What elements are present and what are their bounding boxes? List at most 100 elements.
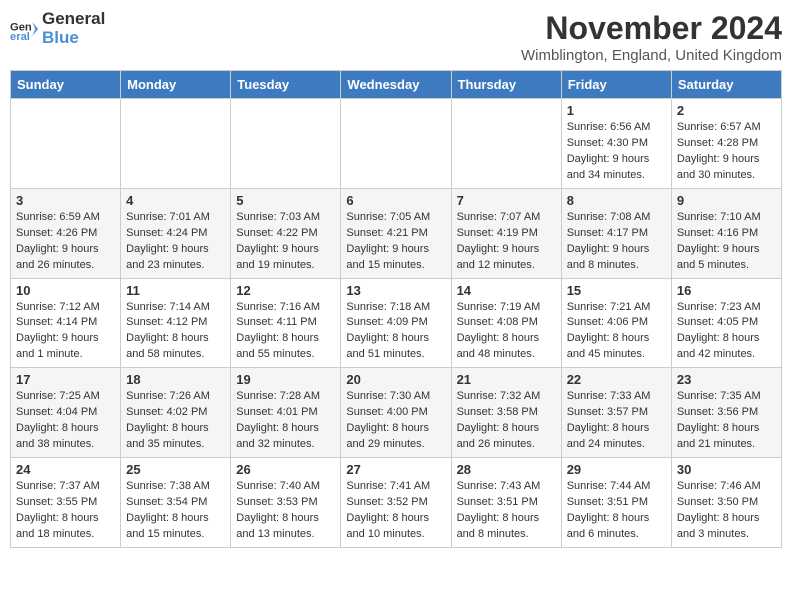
calendar-cell: 15 Sunrise: 7:21 AM Sunset: 4:06 PM Dayli… [561, 278, 671, 368]
day-number: 21 [457, 372, 556, 387]
title-block: November 2024 Wimblington, England, Unit… [521, 10, 782, 64]
calendar-cell: 5Sunrise: 7:03 AM Sunset: 4:22 PM Daylig… [231, 188, 341, 278]
calendar-cell: 10 Sunrise: 7:12 AM Sunset: 4:14 PM Dayli… [11, 278, 121, 368]
calendar-cell: 18 Sunrise: 7:26 AM Sunset: 4:02 PM Dayli… [121, 368, 231, 458]
day-number: 30 [677, 462, 776, 477]
day-header-wednesday: Wednesday [341, 71, 451, 99]
calendar-cell: 20Sunrise: 7:30 AM Sunset: 4:00 PM Dayli… [341, 368, 451, 458]
day-number: 14 [457, 283, 556, 298]
svg-text:eral: eral [10, 31, 30, 43]
day-info: Sunrise: 7:14 AM Sunset: 4:12 PM Dayligh… [126, 300, 225, 364]
day-info: Sunrise: 7:35 AM Sunset: 3:56 PM Dayligh… [677, 389, 776, 453]
day-number: 24 [16, 462, 115, 477]
calendar-cell [231, 99, 341, 189]
day-header-friday: Friday [561, 71, 671, 99]
calendar-cell: 14Sunrise: 7:19 AM Sunset: 4:08 PM Dayli… [451, 278, 561, 368]
day-info: Sunrise: 7:05 AM Sunset: 4:21 PM Dayligh… [346, 210, 445, 274]
calendar-cell [341, 99, 451, 189]
calendar-cell: 3 Sunrise: 6:59 AM Sunset: 4:26 PM Daylig… [11, 188, 121, 278]
calendar-cell: 28Sunrise: 7:43 AM Sunset: 3:51 PM Dayli… [451, 458, 561, 548]
day-number: 23 [677, 372, 776, 387]
day-info: Sunrise: 7:32 AM Sunset: 3:58 PM Dayligh… [457, 389, 556, 453]
day-info: Sunrise: 7:16 AM Sunset: 4:11 PM Dayligh… [236, 300, 335, 364]
day-info: Sunrise: 7:26 AM Sunset: 4:02 PM Dayligh… [126, 389, 225, 453]
day-info: Sunrise: 6:56 AM Sunset: 4:30 PM Dayligh… [567, 120, 666, 184]
calendar-cell: 2Sunrise: 6:57 AM Sunset: 4:28 PM Daylig… [671, 99, 781, 189]
calendar-cell: 7Sunrise: 7:07 AM Sunset: 4:19 PM Daylig… [451, 188, 561, 278]
day-info: Sunrise: 7:08 AM Sunset: 4:17 PM Dayligh… [567, 210, 666, 274]
calendar-table: SundayMondayTuesdayWednesdayThursdayFrid… [10, 70, 782, 548]
day-number: 19 [236, 372, 335, 387]
day-number: 3 [16, 193, 115, 208]
day-info: Sunrise: 7:23 AM Sunset: 4:05 PM Dayligh… [677, 300, 776, 364]
day-info: Sunrise: 7:43 AM Sunset: 3:51 PM Dayligh… [457, 479, 556, 543]
day-info: Sunrise: 7:01 AM Sunset: 4:24 PM Dayligh… [126, 210, 225, 274]
day-header-saturday: Saturday [671, 71, 781, 99]
calendar-cell: 23 Sunrise: 7:35 AM Sunset: 3:56 PM Dayli… [671, 368, 781, 458]
calendar-cell: 19 Sunrise: 7:28 AM Sunset: 4:01 PM Dayli… [231, 368, 341, 458]
day-number: 11 [126, 283, 225, 298]
calendar-cell [451, 99, 561, 189]
day-info: Sunrise: 7:40 AM Sunset: 3:53 PM Dayligh… [236, 479, 335, 543]
day-info: Sunrise: 7:21 AM Sunset: 4:06 PM Dayligh… [567, 300, 666, 364]
day-number: 25 [126, 462, 225, 477]
week-row-1: 1 Sunrise: 6:56 AM Sunset: 4:30 PM Daylig… [11, 99, 782, 189]
calendar-cell: 25 Sunrise: 7:38 AM Sunset: 3:54 PM Dayli… [121, 458, 231, 548]
calendar-cell: 16Sunrise: 7:23 AM Sunset: 4:05 PM Dayli… [671, 278, 781, 368]
calendar-cell: 13 Sunrise: 7:18 AM Sunset: 4:09 PM Dayli… [341, 278, 451, 368]
day-number: 7 [457, 193, 556, 208]
calendar-cell [11, 99, 121, 189]
calendar-cell: 17 Sunrise: 7:25 AM Sunset: 4:04 PM Dayli… [11, 368, 121, 458]
day-info: Sunrise: 7:46 AM Sunset: 3:50 PM Dayligh… [677, 479, 776, 543]
calendar-cell: 27 Sunrise: 7:41 AM Sunset: 3:52 PM Dayli… [341, 458, 451, 548]
day-number: 1 [567, 103, 666, 118]
day-info: Sunrise: 7:03 AM Sunset: 4:22 PM Dayligh… [236, 210, 335, 274]
day-info: Sunrise: 7:28 AM Sunset: 4:01 PM Dayligh… [236, 389, 335, 453]
calendar-cell: 8 Sunrise: 7:08 AM Sunset: 4:17 PM Daylig… [561, 188, 671, 278]
logo: Gen eral General Blue [10, 10, 105, 47]
day-number: 12 [236, 283, 335, 298]
calendar-cell: 21 Sunrise: 7:32 AM Sunset: 3:58 PM Dayli… [451, 368, 561, 458]
header-row: SundayMondayTuesdayWednesdayThursdayFrid… [11, 71, 782, 99]
calendar-cell [121, 99, 231, 189]
calendar-cell: 6Sunrise: 7:05 AM Sunset: 4:21 PM Daylig… [341, 188, 451, 278]
calendar-cell: 29 Sunrise: 7:44 AM Sunset: 3:51 PM Dayli… [561, 458, 671, 548]
day-info: Sunrise: 7:38 AM Sunset: 3:54 PM Dayligh… [126, 479, 225, 543]
day-number: 26 [236, 462, 335, 477]
calendar-cell: 22Sunrise: 7:33 AM Sunset: 3:57 PM Dayli… [561, 368, 671, 458]
day-number: 17 [16, 372, 115, 387]
day-number: 13 [346, 283, 445, 298]
logo-icon: Gen eral [10, 15, 38, 43]
day-info: Sunrise: 7:44 AM Sunset: 3:51 PM Dayligh… [567, 479, 666, 543]
day-info: Sunrise: 7:18 AM Sunset: 4:09 PM Dayligh… [346, 300, 445, 364]
calendar-cell: 4 Sunrise: 7:01 AM Sunset: 4:24 PM Daylig… [121, 188, 231, 278]
calendar-cell: 24Sunrise: 7:37 AM Sunset: 3:55 PM Dayli… [11, 458, 121, 548]
page-header: Gen eral General Blue November 2024 Wimb… [10, 10, 782, 64]
calendar-cell: 9 Sunrise: 7:10 AM Sunset: 4:16 PM Daylig… [671, 188, 781, 278]
day-header-tuesday: Tuesday [231, 71, 341, 99]
day-number: 27 [346, 462, 445, 477]
day-number: 20 [346, 372, 445, 387]
day-info: Sunrise: 6:59 AM Sunset: 4:26 PM Dayligh… [16, 210, 115, 274]
calendar-cell: 11 Sunrise: 7:14 AM Sunset: 4:12 PM Dayli… [121, 278, 231, 368]
calendar-cell: 12 Sunrise: 7:16 AM Sunset: 4:11 PM Dayli… [231, 278, 341, 368]
day-number: 18 [126, 372, 225, 387]
day-number: 9 [677, 193, 776, 208]
logo-line1: General [42, 10, 105, 29]
calendar-cell: 26 Sunrise: 7:40 AM Sunset: 3:53 PM Dayli… [231, 458, 341, 548]
day-number: 15 [567, 283, 666, 298]
day-header-sunday: Sunday [11, 71, 121, 99]
logo-line2: Blue [42, 29, 105, 48]
day-number: 29 [567, 462, 666, 477]
day-info: Sunrise: 7:41 AM Sunset: 3:52 PM Dayligh… [346, 479, 445, 543]
day-header-monday: Monday [121, 71, 231, 99]
day-info: Sunrise: 7:12 AM Sunset: 4:14 PM Dayligh… [16, 300, 115, 364]
day-number: 22 [567, 372, 666, 387]
week-row-4: 17 Sunrise: 7:25 AM Sunset: 4:04 PM Dayli… [11, 368, 782, 458]
day-number: 8 [567, 193, 666, 208]
day-number: 10 [16, 283, 115, 298]
day-number: 2 [677, 103, 776, 118]
day-info: Sunrise: 7:10 AM Sunset: 4:16 PM Dayligh… [677, 210, 776, 274]
day-info: Sunrise: 7:25 AM Sunset: 4:04 PM Dayligh… [16, 389, 115, 453]
day-number: 4 [126, 193, 225, 208]
